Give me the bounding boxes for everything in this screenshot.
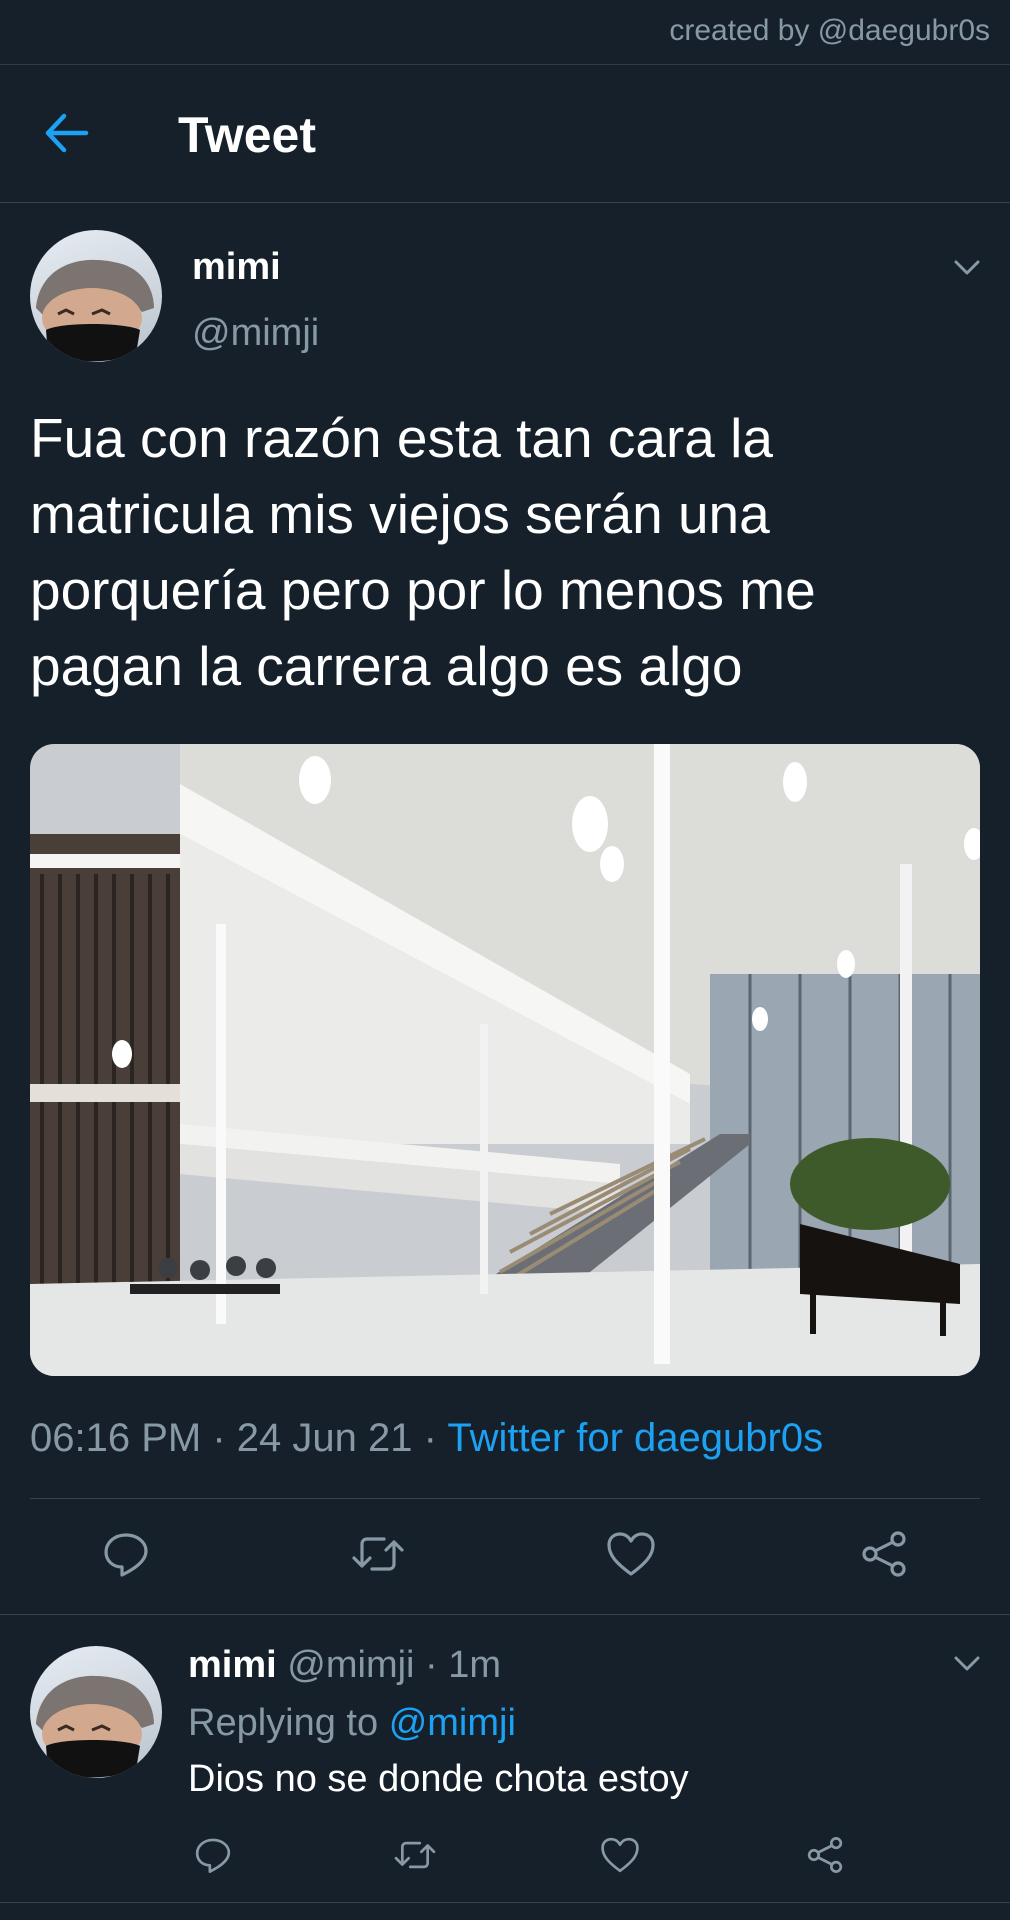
author-name[interactable]: mimi — [192, 246, 281, 289]
watermark-credit: created by @daegubr0s — [669, 14, 990, 47]
meta-separator: · — [423, 1416, 437, 1460]
reply-share-button[interactable] — [806, 1836, 844, 1874]
share-icon — [862, 1531, 906, 1577]
retweet-icon — [394, 1841, 436, 1869]
reply-icon — [195, 1838, 231, 1873]
heart-icon — [607, 1532, 655, 1576]
app-header: Tweet — [0, 64, 1010, 203]
divider — [0, 1614, 1010, 1615]
share-icon — [807, 1837, 843, 1873]
avatar-image — [36, 1675, 154, 1778]
reply-like-button[interactable] — [600, 1836, 640, 1874]
reply-avatar[interactable] — [30, 1646, 162, 1778]
reply-icon — [104, 1533, 148, 1577]
reply-retweet-button[interactable] — [392, 1836, 438, 1874]
back-button[interactable] — [40, 110, 92, 156]
page-title: Tweet — [178, 107, 316, 163]
tweet-time: 06:16 PM — [30, 1416, 202, 1460]
reply-text: Dios no se donde chota estoy — [188, 1758, 689, 1800]
like-button[interactable] — [606, 1530, 656, 1578]
reply-more-options-button[interactable] — [952, 1648, 982, 1678]
reply-reply-button[interactable] — [194, 1836, 232, 1874]
reply-time: 1m — [448, 1644, 502, 1686]
retweet-button[interactable] — [350, 1530, 406, 1578]
divider — [0, 1902, 1010, 1903]
share-button[interactable] — [860, 1530, 908, 1578]
tweet-date: 24 Jun 21 — [236, 1416, 413, 1460]
reply-author-handle[interactable]: @mimji — [287, 1644, 414, 1686]
replying-to: Replying to @mimji — [188, 1702, 516, 1745]
retweet-icon — [352, 1537, 404, 1571]
tweet-meta: 06:16 PM · 24 Jun 21 · Twitter for daegu… — [30, 1416, 823, 1461]
reply-header: mimi @mimji · 1m — [188, 1644, 501, 1687]
chevron-down-icon — [954, 1656, 980, 1671]
replying-to-link[interactable]: @mimji — [389, 1702, 516, 1744]
author-handle[interactable]: @mimji — [192, 312, 319, 355]
reply-button[interactable] — [102, 1530, 150, 1578]
chevron-down-icon — [954, 260, 980, 275]
tweet-photo[interactable] — [30, 744, 980, 1376]
reply-author-name[interactable]: mimi — [188, 1644, 277, 1686]
avatar[interactable] — [30, 230, 162, 362]
tweet-source-link[interactable]: Twitter for daegubr0s — [447, 1416, 823, 1460]
replying-to-label: Replying to — [188, 1702, 379, 1744]
heart-icon — [601, 1837, 639, 1873]
more-options-button[interactable] — [952, 252, 982, 282]
reply-meta-separator: · — [425, 1644, 438, 1686]
divider — [30, 1498, 980, 1499]
arrow-left-icon — [45, 113, 89, 153]
tweet-text: Fua con razón esta tan cara la matricula… — [30, 407, 816, 697]
meta-separator: · — [212, 1416, 226, 1460]
building-interior-image — [30, 744, 980, 1376]
avatar-image — [36, 259, 154, 362]
